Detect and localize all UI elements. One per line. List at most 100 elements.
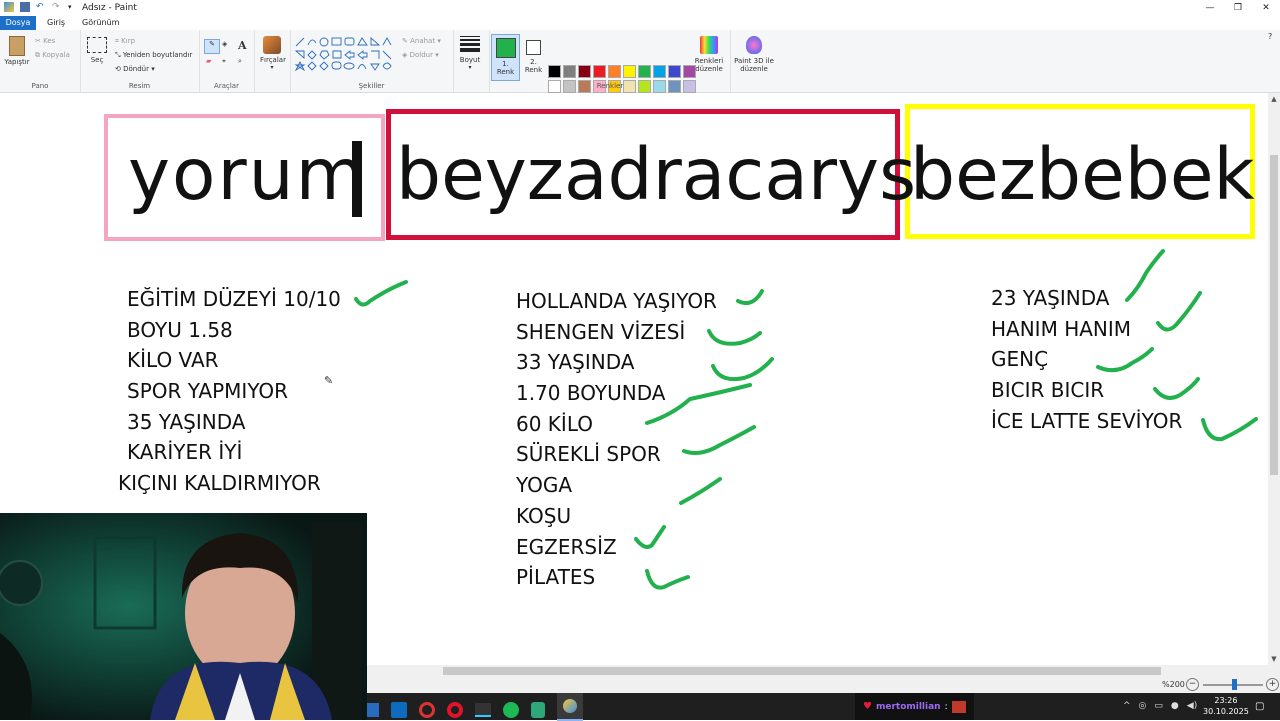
scroll-down-icon[interactable]: ▼ (1268, 653, 1280, 665)
checkmark (1096, 347, 1154, 373)
chat-colon: : (944, 701, 948, 712)
paint3d-button[interactable]: Paint 3D ile düzenle (733, 36, 775, 73)
close-button[interactable]: ✕ (1252, 0, 1280, 16)
title-bar: ↶ ↷ ▾ Adsız - Paint — ❐ ✕ (0, 0, 1280, 16)
brush-icon (263, 36, 281, 54)
shapes-group: ✎ Anahat ▾ ◈ Doldur ▾ Şekiller (290, 30, 454, 92)
eraser-tool[interactable]: ▰ (206, 57, 211, 65)
crop-button[interactable]: ⌗ Kırp (115, 37, 135, 46)
colors-group: Renkler (489, 30, 731, 92)
fill-button[interactable]: ◈ Doldur ▾ (402, 51, 439, 59)
magnifier-icon: ⌕ (238, 57, 242, 65)
clipboard-group: Yapıştır ✂ Kes ⧉ Kopyala Pano (0, 30, 81, 92)
vertical-scrollbar[interactable]: ▲ ▼ (1268, 93, 1280, 665)
zoom-slider-thumb[interactable] (1232, 679, 1237, 690)
select-button[interactable]: Seç (86, 37, 108, 64)
shield-app-icon[interactable] (531, 702, 545, 718)
help-icon[interactable]: ? (1268, 32, 1272, 41)
tools-group-label: Araçlar (214, 82, 239, 90)
image-group: Seç ⌗ Kırp ⤡ Yeniden boyutlandır ⟲ Döndü… (80, 30, 200, 92)
copilot-icon[interactable]: ◎ (1139, 701, 1147, 711)
dropdown-icon[interactable]: ▾ (68, 2, 78, 12)
paste-button[interactable]: Yapıştır (4, 36, 30, 66)
shapes-group-label: Şekiller (358, 82, 385, 90)
resize-label: Yeniden boyutlandır (122, 51, 193, 59)
terminal-icon[interactable] (475, 703, 491, 717)
vertical-scroll-thumb[interactable] (1270, 155, 1278, 475)
chat-username: mertomillian (875, 701, 941, 712)
tab-view[interactable]: Görünüm (82, 16, 119, 30)
line-size-icon (460, 36, 480, 52)
select-icon (87, 37, 107, 53)
text-icon: A (238, 39, 247, 52)
select-label: Seç (90, 56, 104, 64)
checkmark (682, 425, 756, 455)
zoom-in-button[interactable]: + (1266, 678, 1279, 691)
notification-icon[interactable]: ▢ (1255, 701, 1264, 712)
pencil-icon: ✎ (209, 40, 215, 48)
scissors-icon: ✂ (35, 37, 44, 45)
brushes-label: Fırçalar (260, 56, 286, 64)
size-label: Boyut (459, 56, 481, 64)
redo-icon[interactable]: ↷ (52, 2, 62, 12)
quick-access-toolbar: ↶ ↷ ▾ (4, 2, 78, 12)
rotate-label: Döndür (123, 65, 149, 73)
image-group-label: Resim (128, 82, 151, 90)
cut-button[interactable]: ✂ Kes (35, 37, 55, 45)
checkmark (354, 280, 408, 307)
chrome-icon[interactable] (419, 702, 435, 718)
magnifier-tool[interactable]: ⌕ (238, 57, 242, 66)
fill-label: Doldur (409, 51, 433, 59)
rotate-button[interactable]: ⟲ Döndür ▾ (115, 65, 155, 73)
fill-bucket-icon: ◈ (222, 40, 228, 48)
zoom-level: %200 (1162, 680, 1185, 689)
minimize-button[interactable]: — (1196, 0, 1224, 16)
scroll-up-icon[interactable]: ▲ (1268, 93, 1280, 105)
text-tool[interactable]: A (238, 39, 247, 52)
taskbar: ♥ mertomillian : ^ ◎ ▭ ● ◀) 23:26 30.10.… (367, 693, 1280, 721)
shapes-gallery[interactable] (294, 36, 392, 76)
speaker-icon[interactable]: ◀) (1187, 701, 1197, 711)
tab-file[interactable]: Dosya (0, 16, 36, 30)
checkmark (1201, 417, 1258, 442)
checkmark (679, 477, 722, 505)
fill-tool[interactable]: ◈ (222, 40, 227, 48)
horizontal-scrollbar[interactable] (367, 665, 1280, 677)
chevron-up-icon[interactable]: ^ (1123, 701, 1131, 711)
clipboard-icon (9, 36, 25, 56)
pencil-tool[interactable]: ✎ (204, 39, 220, 54)
status-bar: %200 − + (367, 677, 1280, 693)
opera-icon[interactable] (447, 702, 463, 718)
checkmark (1125, 249, 1165, 302)
copy-button[interactable]: ⧉ Kopyala (35, 51, 70, 60)
checkmark (1156, 291, 1202, 332)
paint-icon (4, 2, 14, 12)
spotify-icon[interactable] (503, 702, 519, 718)
network-icon[interactable]: ▭ (1154, 701, 1163, 711)
zoom-out-button[interactable]: − (1186, 678, 1199, 691)
checkmark (645, 569, 690, 590)
paint-taskbar-icon[interactable] (557, 693, 583, 721)
outline-button[interactable]: ✎ Anahat ▾ (402, 37, 441, 45)
start-icon[interactable] (367, 703, 379, 717)
resize-button[interactable]: ⤡ Yeniden boyutlandır (115, 51, 192, 60)
maximize-button[interactable]: ❐ (1224, 0, 1252, 16)
save-icon[interactable] (20, 2, 30, 12)
color-picker-tool[interactable]: ⌖ (222, 57, 226, 66)
tab-home[interactable]: Giriş (47, 16, 65, 30)
eraser-icon: ▰ (206, 57, 212, 65)
undo-icon[interactable]: ↶ (36, 2, 46, 12)
checkmark (707, 329, 762, 346)
mic-icon[interactable]: ● (1171, 701, 1179, 711)
window-title: Adsız - Paint (82, 3, 137, 13)
checkmark (736, 289, 764, 306)
outlook-icon[interactable] (391, 702, 407, 718)
eyedropper-icon: ⌖ (222, 57, 226, 65)
checkmark (634, 525, 666, 549)
brushes-button[interactable]: Fırçalar ▾ (260, 36, 286, 71)
size-button[interactable]: Boyut ▾ (457, 36, 483, 71)
horizontal-scroll-thumb[interactable] (443, 667, 1161, 675)
zoom-slider[interactable] (1203, 679, 1263, 690)
crop-label: Kırp (121, 37, 136, 45)
copy-label: Kopyala (42, 51, 70, 59)
